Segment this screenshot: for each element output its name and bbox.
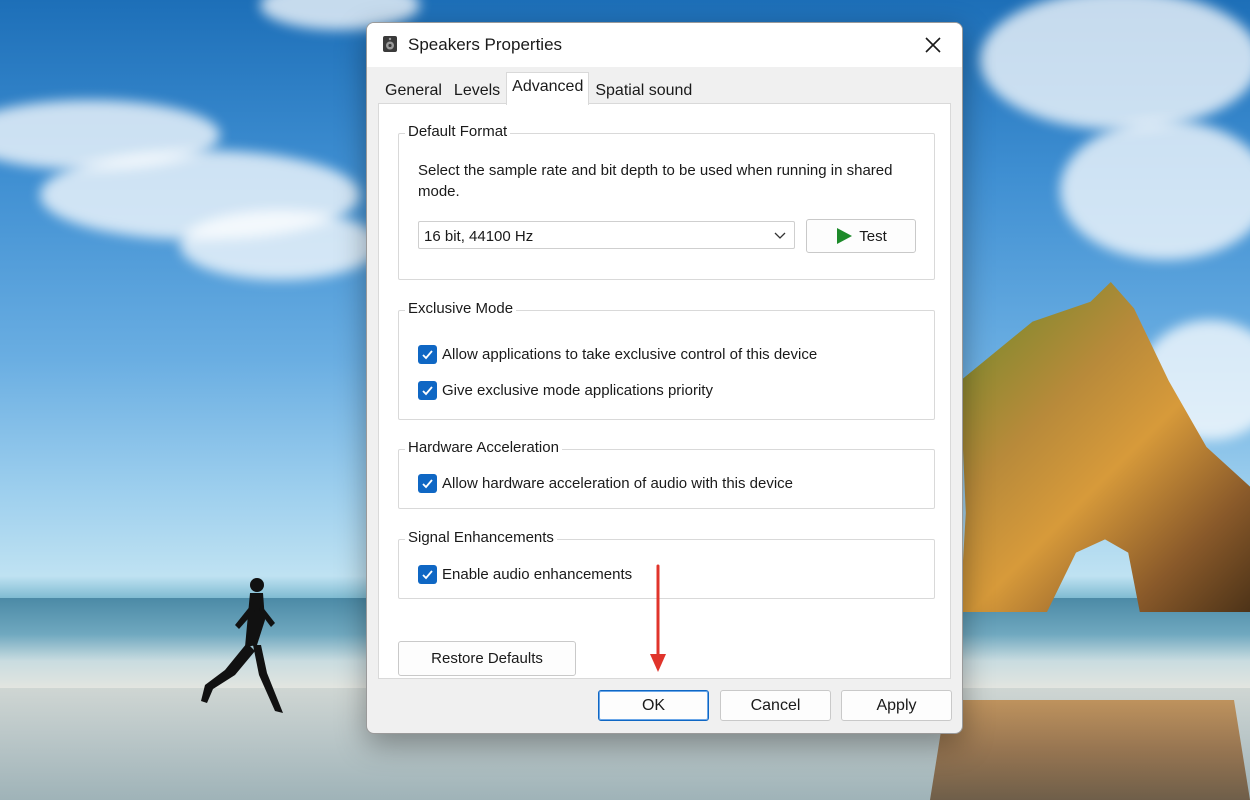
group-label: Signal Enhancements — [405, 529, 557, 546]
rock-reflection — [930, 700, 1250, 800]
group-label: Exclusive Mode — [405, 300, 517, 317]
tab-spatial-sound[interactable]: Spatial sound — [589, 75, 698, 105]
hardware-acceleration-group: Hardware Acceleration Allow hardware acc… — [398, 439, 935, 509]
audio-enhancements-checkbox-row[interactable]: Enable audio enhancements — [418, 565, 632, 584]
sample-rate-dropdown[interactable]: 16 bit, 44100 Hz — [418, 221, 795, 249]
audio-enhancements-checkbox[interactable] — [418, 565, 437, 584]
checkbox-label: Enable audio enhancements — [442, 566, 633, 583]
cloud — [1060, 120, 1250, 260]
test-button[interactable]: Test — [806, 219, 916, 253]
annotation-arrow — [650, 564, 666, 672]
cloud — [180, 210, 380, 280]
cancel-button[interactable]: Cancel — [720, 690, 831, 721]
default-format-description: Select the sample rate and bit depth to … — [418, 162, 893, 200]
selected-format: 16 bit, 44100 Hz — [424, 228, 534, 245]
test-label: Test — [859, 227, 887, 245]
checkmark-icon — [422, 386, 433, 396]
group-label: Default Format — [405, 123, 511, 140]
exclusive-priority-checkbox[interactable] — [418, 381, 437, 400]
apply-button[interactable]: Apply — [841, 690, 952, 721]
checkbox-label: Allow applications to take exclusive con… — [442, 346, 818, 363]
hardware-acceleration-checkbox[interactable] — [418, 474, 437, 493]
checkmark-icon — [422, 570, 433, 580]
exclusive-control-checkbox[interactable] — [418, 345, 437, 364]
checkbox-label: Give exclusive mode applications priorit… — [442, 382, 713, 399]
close-button[interactable] — [910, 27, 956, 63]
speaker-icon — [383, 36, 397, 52]
checkmark-icon — [422, 350, 433, 360]
window-title: Speakers Properties — [408, 35, 563, 54]
tab-advanced[interactable]: Advanced — [506, 72, 590, 105]
tab-levels[interactable]: Levels — [448, 75, 506, 105]
exclusive-control-checkbox-row[interactable]: Allow applications to take exclusive con… — [418, 345, 817, 364]
chevron-down-icon — [774, 232, 786, 239]
ok-button[interactable]: OK — [598, 690, 709, 721]
default-format-group: Default Format Select the sample rate an… — [398, 123, 935, 280]
play-icon — [837, 228, 853, 244]
checkmark-icon — [422, 479, 433, 489]
exclusive-mode-group: Exclusive Mode Allow applications to tak… — [398, 300, 935, 420]
restore-defaults-button[interactable]: Restore Defaults — [398, 641, 576, 676]
runner-silhouette — [201, 578, 283, 713]
checkbox-label: Allow hardware acceleration of audio wit… — [442, 475, 794, 492]
group-label: Hardware Acceleration — [405, 439, 562, 456]
tab-general[interactable]: General — [379, 75, 448, 105]
tab-bar: General Levels Advanced Spatial sound — [379, 72, 698, 105]
cloud — [980, 0, 1250, 130]
close-icon — [925, 37, 941, 53]
hardware-acceleration-checkbox-row[interactable]: Allow hardware acceleration of audio wit… — [418, 474, 793, 493]
title-bar: Speakers Properties — [367, 23, 962, 67]
exclusive-priority-checkbox-row[interactable]: Give exclusive mode applications priorit… — [418, 381, 713, 400]
